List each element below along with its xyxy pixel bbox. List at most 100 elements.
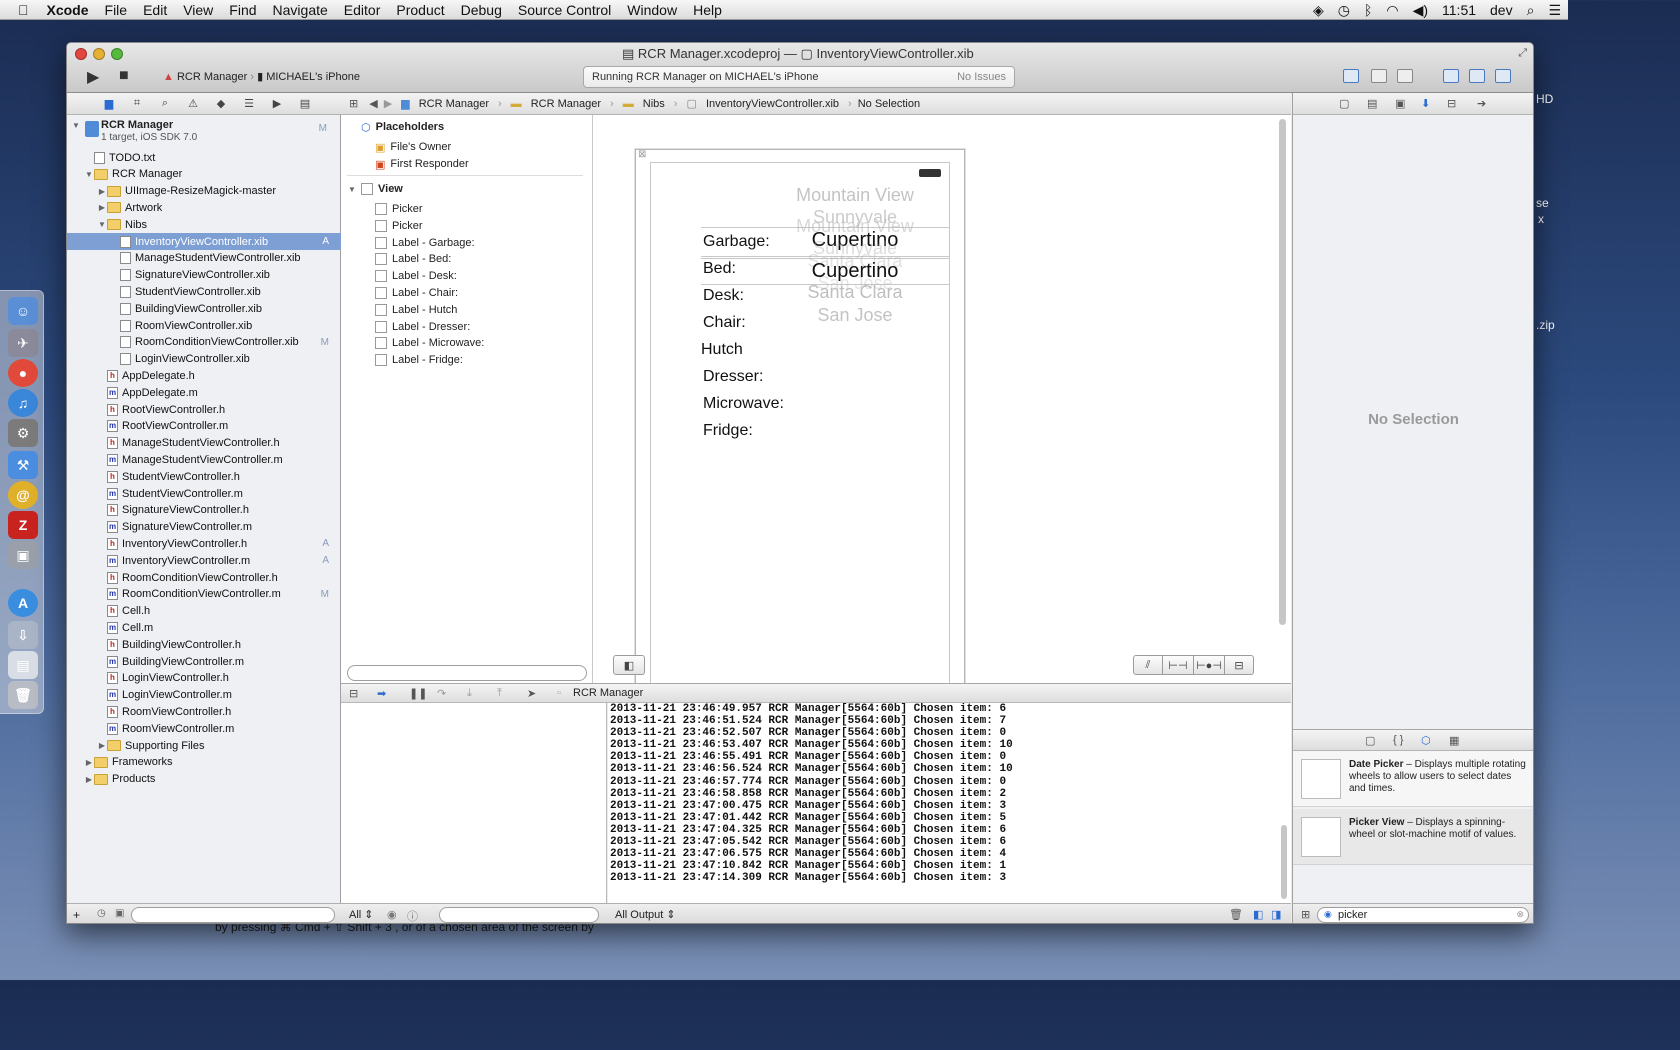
minimize-button[interactable]: [93, 48, 105, 60]
file-item[interactable]: m AppDelegate.m: [67, 384, 341, 401]
file-item[interactable]: BuildingViewController.xib: [67, 300, 341, 317]
outline-item[interactable]: Label - Garbage:: [375, 235, 475, 251]
outline-item[interactable]: Label - Chair:: [375, 285, 458, 301]
menu-edit[interactable]: Edit: [135, 2, 175, 18]
outline-item[interactable]: Label - Dresser:: [375, 319, 470, 335]
file-inspector-icon[interactable]: ▢: [1339, 97, 1349, 110]
mail-app-icon[interactable]: @: [8, 481, 38, 509]
run-button[interactable]: ▶: [87, 67, 99, 87]
file-item[interactable]: h RoomViewController.h: [67, 703, 341, 720]
disclosure-triangle-icon[interactable]: ▶: [84, 758, 94, 767]
variables-scope-select[interactable]: All ⇕: [349, 908, 374, 921]
crumb-group[interactable]: ▬ RCR Manager: [505, 98, 607, 110]
folder-item[interactable]: ▼ Nibs: [67, 216, 341, 233]
itunes-icon[interactable]: ♫: [8, 389, 38, 417]
clear-console-icon[interactable]: 🗑: [1229, 908, 1243, 921]
menu-debug[interactable]: Debug: [453, 2, 510, 18]
pin-button[interactable]: ⊢⊣: [1162, 655, 1194, 675]
file-item[interactable]: InventoryViewController.xib A: [67, 233, 341, 250]
modified-files-icon[interactable]: ▣: [115, 908, 124, 919]
version-editor-icon[interactable]: [1397, 69, 1413, 83]
launchpad-icon[interactable]: ✈: [8, 329, 38, 357]
canvas-scrollbar[interactable]: [1279, 119, 1286, 625]
file-item[interactable]: h RoomConditionViewController.h: [67, 569, 341, 586]
standard-editor-icon[interactable]: [1343, 69, 1359, 83]
scene-close-icon[interactable]: ⊠: [638, 149, 646, 160]
quick-help-icon[interactable]: ▤: [1367, 97, 1377, 110]
file-item[interactable]: h LoginViewController.h: [67, 670, 341, 687]
outline-item[interactable]: Label - Desk:: [375, 268, 457, 284]
folder-item[interactable]: ▶ Supporting Files: [67, 737, 341, 754]
menu-product[interactable]: Product: [388, 2, 452, 18]
add-file-icon[interactable]: +: [73, 908, 80, 922]
identity-inspector-icon[interactable]: ▣: [1395, 97, 1405, 110]
outline-item[interactable]: Label - Bed:: [375, 251, 451, 267]
grid-view-icon[interactable]: ⊞: [1301, 908, 1310, 921]
time-machine-icon[interactable]: ◷: [1331, 2, 1357, 19]
navigator-filter-field[interactable]: [131, 907, 335, 923]
align-button[interactable]: ⫽: [1133, 655, 1163, 675]
console-scrollbar[interactable]: [1281, 825, 1287, 899]
file-item[interactable]: LoginViewController.xib: [67, 351, 341, 368]
file-item[interactable]: h SignatureViewController.h: [67, 502, 341, 519]
user-menu[interactable]: dev: [1483, 2, 1520, 18]
menu-find[interactable]: Find: [221, 2, 264, 18]
form-label[interactable]: Bed:: [703, 260, 736, 278]
toggle-debug-area-icon[interactable]: [1469, 69, 1485, 83]
file-item[interactable]: m RoomConditionViewController.m M: [67, 586, 341, 603]
bluetooth-icon[interactable]: ᛒ: [1357, 2, 1379, 18]
size-inspector-icon[interactable]: ⊟: [1447, 97, 1456, 110]
assistant-editor-icon[interactable]: [1371, 69, 1387, 83]
folder-item[interactable]: ▶ Artwork: [67, 199, 341, 216]
menu-navigate[interactable]: Navigate: [265, 2, 336, 18]
close-button[interactable]: [75, 48, 87, 60]
disclosure-triangle-icon[interactable]: ▼: [84, 170, 94, 179]
file-item[interactable]: TODO.txt: [67, 149, 341, 166]
folder-item[interactable]: ▼ RCR Manager: [67, 166, 341, 183]
console-output-select[interactable]: All Output ⇕: [615, 908, 676, 921]
file-item[interactable]: h AppDelegate.h: [67, 367, 341, 384]
disclosure-triangle-icon[interactable]: ▶: [97, 741, 107, 750]
file-template-library-icon[interactable]: ▢: [1365, 734, 1375, 747]
file-item[interactable]: RoomConditionViewController.xib M: [67, 334, 341, 351]
menu-editor[interactable]: Editor: [336, 2, 389, 18]
folder-item[interactable]: ▶ UIImage-ResizeMagick-master: [67, 183, 341, 200]
media-library-icon[interactable]: ▦: [1449, 734, 1459, 747]
test-navigator-icon[interactable]: ◆: [207, 97, 235, 110]
xcode-icon[interactable]: ⚒: [8, 451, 38, 479]
hide-debug-area-icon[interactable]: ⊟: [349, 687, 358, 700]
file-item[interactable]: m StudentViewController.m: [67, 485, 341, 502]
file-item[interactable]: h Cell.h: [67, 603, 341, 620]
outline-item[interactable]: Label - Microwave:: [375, 335, 484, 351]
forward-icon[interactable]: ▶: [381, 97, 395, 110]
simulate-location-icon[interactable]: ➤: [527, 687, 536, 700]
console-output[interactable]: 2013-11-21 23:46:49.957 RCR Manager[5564…: [608, 703, 1291, 903]
menu-app-name[interactable]: Xcode: [39, 2, 97, 18]
menu-file[interactable]: File: [97, 2, 136, 18]
filezilla-icon[interactable]: Z: [8, 511, 38, 539]
resolve-auto-layout-button[interactable]: ⊢●⊣: [1193, 655, 1225, 675]
step-over-icon[interactable]: ↷: [437, 687, 446, 700]
debug-target-label[interactable]: RCR Manager: [573, 687, 643, 699]
outline-item[interactable]: Label - Fridge:: [375, 352, 463, 368]
file-item[interactable]: m Cell.m: [67, 619, 341, 636]
scheme-selector[interactable]: ▲ RCR Manager › ▮ MICHAEL's iPhone: [163, 70, 360, 83]
outline-first-responder[interactable]: ▣ First Responder: [375, 156, 469, 172]
document-outline-toggle[interactable]: ◧: [613, 655, 645, 675]
spotlight-icon[interactable]: ⌕: [1520, 2, 1542, 19]
symbol-navigator-icon[interactable]: ⌗: [123, 97, 151, 110]
file-item[interactable]: m RootViewController.m: [67, 418, 341, 435]
related-items-icon[interactable]: ⊞: [341, 97, 366, 110]
system-preferences-icon[interactable]: ⚙: [8, 419, 38, 447]
trash-icon[interactable]: 🗑: [8, 681, 38, 709]
disclosure-triangle-icon[interactable]: ▶: [97, 203, 107, 212]
breakpoint-navigator-icon[interactable]: ▶: [263, 97, 291, 110]
outline-placeholders[interactable]: ⬡ Placeholders: [361, 119, 444, 135]
issues-status[interactable]: No Issues: [957, 71, 1006, 83]
notification-center-icon[interactable]: ☰: [1541, 2, 1568, 19]
dropbox-icon[interactable]: ◈: [1306, 2, 1331, 19]
issue-navigator-icon[interactable]: ⚠: [179, 97, 207, 110]
stop-button[interactable]: ■: [119, 67, 129, 85]
apple-menu-icon[interactable]: : [0, 2, 39, 18]
info-icon[interactable]: ⓘ: [407, 908, 418, 923]
